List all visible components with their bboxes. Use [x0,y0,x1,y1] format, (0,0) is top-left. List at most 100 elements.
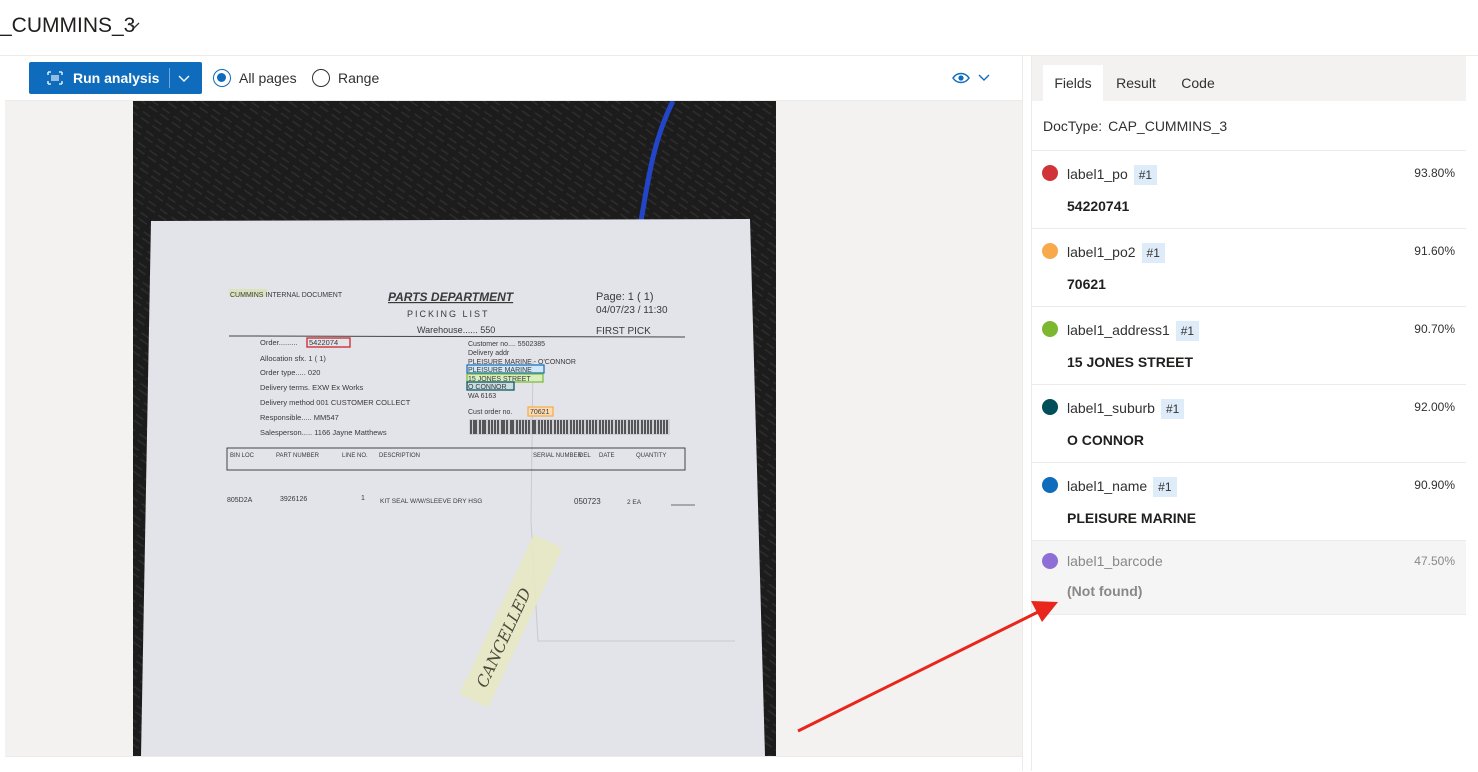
doc-datetime: 04/07/23 / 11:30 [596,305,668,316]
radio-unselected-icon [312,69,330,87]
document-canvas[interactable]: CUMMINS INTERNAL DOCUMENT PARTS DEPARTME… [5,101,1022,756]
analyze-icon [47,71,63,85]
doc-addr-state: WA 6163 [468,393,496,400]
field-name-row: label1_suburb #1 [1067,399,1185,419]
doc-row-serial: 050723 [574,497,601,506]
result-tabs: Fields Result Code [1032,56,1466,101]
field-value: (Not found) [1067,583,1143,599]
field-name: label1_po [1067,166,1128,182]
page-navigation-bar [5,756,1022,772]
doc-addr-line1: PLEISURE MARINE - O'CONNOR [468,359,576,366]
doc-col-serial: SERIAL NUMBER [533,453,582,459]
doc-cust-order-label: Cust order no. [468,409,512,416]
doc-row-desc: KIT SEAL W/W/SLEEVE DRY HSG [380,498,482,505]
run-analysis-label: Run analysis [73,70,160,86]
field-name-row: label1_name #1 [1067,477,1177,497]
field-name-row: label1_po2 #1 [1067,243,1165,263]
field-confidence: 90.70% [1414,322,1455,336]
doc-col-del: DEL [579,453,591,459]
doc-col-qty: QUANTITY [636,453,666,459]
document-image: CUMMINS INTERNAL DOCUMENT PARTS DEPARTME… [133,101,776,756]
barcode [469,419,670,435]
results-pane: Fields Result Code DocType: CAP_CUMMINS_3… [1031,56,1466,771]
field-item[interactable]: label1_po #1 93.80% 54220741 [1032,151,1466,229]
field-item[interactable]: label1_address1 #1 90.70% 15 JONES STREET [1032,307,1466,385]
field-value: PLEISURE MARINE [1067,510,1197,526]
field-confidence: 47.50% [1414,554,1455,568]
field-value: 15 JONES STREET [1067,354,1194,370]
chevron-down-icon[interactable] [127,18,141,32]
doc-row-line: 1 [361,495,365,502]
field-name: label1_address1 [1067,322,1170,338]
tab-fields[interactable]: Fields [1043,65,1103,101]
field-badge: #1 [1133,165,1158,185]
title-bar: _CUMMINS_3 [0,0,1478,56]
tab-result[interactable]: Result [1105,65,1167,101]
doc-cust-order-value: 70621 [530,409,550,416]
field-badge: #1 [1175,321,1200,341]
field-badge: #1 [1153,477,1177,497]
field-name: label1_po2 [1067,244,1136,260]
doc-salesperson: Salesperson..... 1166 Jayne Matthews [260,428,387,437]
analysis-toolbar: Run analysis All pages Range [5,56,1022,101]
scanned-document: CUMMINS INTERNAL DOCUMENT PARTS DEPARTME… [133,101,776,756]
field-name: label1_name [1067,478,1148,494]
doc-order-label: Order......... [260,338,298,347]
field-name-row: label1_address1 #1 [1067,321,1200,341]
range-radio[interactable]: Range [312,68,379,88]
doc-col-part: PART NUMBER [276,453,320,459]
doc-addr-suburb: O CONNOR [468,384,507,391]
field-item[interactable]: label1_po2 #1 91.60% 70621 [1032,229,1466,307]
field-name-row: label1_barcode [1067,553,1163,569]
field-color-dot [1042,399,1058,415]
doctype-row: DocType: CAP_CUMMINS_3 [1043,118,1227,134]
model-title[interactable]: _CUMMINS_3 [0,14,135,38]
doc-order-value: 5422074 [309,338,338,347]
field-color-dot [1042,321,1058,337]
field-confidence: 90.90% [1414,478,1455,492]
doc-first-pick: FIRST PICK [596,326,651,337]
field-color-dot [1042,243,1058,259]
radio-selected-icon [213,69,231,87]
doc-addr-street: 15 JONES STREET [468,376,531,383]
doc-addr-name: PLEISURE MARINE [468,367,532,374]
field-item[interactable]: label1_suburb #1 92.00% O CONNOR [1032,385,1466,463]
doctype-label: DocType: [1043,118,1103,134]
field-badge: #1 [1141,243,1165,263]
doctype-value: CAP_CUMMINS_3 [1108,118,1228,134]
doc-col-date: DATE [599,453,615,459]
range-label: Range [338,70,380,86]
all-pages-radio[interactable]: All pages [213,68,297,88]
field-color-dot [1042,165,1058,181]
field-item[interactable]: label1_name #1 90.90% PLEISURE MARINE [1032,463,1466,541]
doc-allocation: Allocation sfx. 1 ( 1) [260,354,326,363]
run-options-chevron-icon[interactable] [177,71,191,85]
field-name-row: label1_po #1 [1067,165,1158,185]
doc-dept: PARTS DEPARTMENT [388,290,515,304]
run-analysis-button[interactable]: Run analysis [29,62,202,94]
view-options-eye-icon[interactable] [952,70,992,86]
field-color-dot [1042,477,1058,493]
doc-responsible: Responsible..... MM547 [260,413,339,422]
doc-col-desc: DESCRIPTION [379,453,420,459]
field-name: label1_suburb [1067,400,1155,416]
field-confidence: 91.60% [1414,244,1455,258]
all-pages-label: All pages [239,70,297,86]
document-viewer-pane: Run analysis All pages Range CUMMINS INT… [5,56,1023,772]
field-item-not-found[interactable]: label1_barcode 47.50% (Not found) [1032,541,1466,615]
doc-col-line: LINE NO. [342,453,368,459]
doc-header-left: CUMMINS INTERNAL DOCUMENT [230,292,343,299]
tab-code[interactable]: Code [1170,65,1226,101]
doc-row-bin: 805D2A [227,497,253,504]
doc-delivery-terms: Delivery terms. EXW Ex Works [260,383,363,392]
field-value: O CONNOR [1067,432,1144,448]
field-value: 70621 [1067,276,1106,292]
doc-col-bin: BIN LOC [230,453,255,459]
field-color-dot [1042,553,1058,569]
field-confidence: 92.00% [1414,400,1455,414]
field-badge: #1 [1160,399,1185,419]
field-name: label1_barcode [1067,553,1163,569]
doc-order-type: Order type..... 020 [260,368,320,377]
doc-delivery-method: Delivery method 001 CUSTOMER COLLECT [260,398,411,407]
doc-warehouse: Warehouse...... 550 [417,325,495,335]
